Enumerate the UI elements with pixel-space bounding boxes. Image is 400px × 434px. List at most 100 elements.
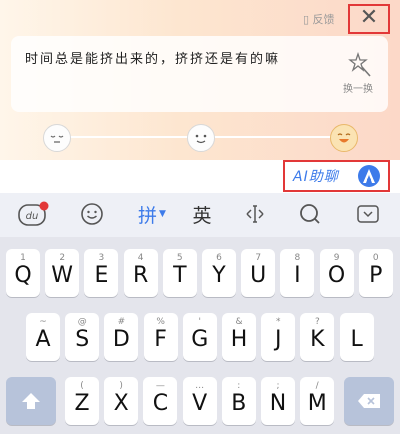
search-icon[interactable] <box>297 200 323 228</box>
key-a[interactable]: ~ A <box>26 313 60 361</box>
shift-arrow-icon <box>22 393 40 409</box>
key-c[interactable]: — C <box>143 377 178 425</box>
key-alt-label: / <box>315 381 319 391</box>
key-alt-label: ( <box>80 381 84 391</box>
emoji-icon[interactable] <box>78 200 106 228</box>
key-l[interactable]: L <box>339 313 374 361</box>
key-alt-label: 9 <box>333 253 340 263</box>
key-alt-label: 4 <box>137 253 144 263</box>
key-w[interactable]: 2W <box>45 249 80 297</box>
key-label: E <box>94 263 109 288</box>
key-n[interactable]: ; N <box>261 377 295 425</box>
key-label: Z <box>74 391 90 416</box>
key-q[interactable]: 1Q <box>6 249 40 297</box>
key-alt-label: : <box>237 381 241 391</box>
key-label: Y <box>212 263 226 288</box>
key-label: B <box>231 391 247 416</box>
key-alt-label: 6 <box>216 253 222 263</box>
key-alt-label: & <box>235 317 243 327</box>
key-alt-label: 7 <box>255 253 262 263</box>
du-logo-button[interactable]: du <box>17 200 51 228</box>
swap-button-label[interactable]: 换一换 <box>343 80 373 95</box>
close-icon[interactable]: ✕ <box>352 5 386 31</box>
magic-wand-icon[interactable] <box>346 52 372 78</box>
key-m[interactable]: / M <box>300 377 335 425</box>
suggestion-text[interactable]: 时间总是能挤出来的，挤挤还是有的嘛 <box>25 47 315 72</box>
key-y[interactable]: 6Y <box>202 249 236 297</box>
key-alt-label: 2 <box>59 253 66 263</box>
key-z[interactable]: (Z <box>65 377 99 425</box>
key-label: V <box>192 391 208 416</box>
key-x[interactable]: ) X <box>104 377 139 425</box>
key-k[interactable]: ? K <box>300 313 335 361</box>
key-d[interactable]: # D <box>104 313 139 361</box>
shift-key[interactable] <box>6 377 56 425</box>
pinyin-mode-button[interactable]: 拼 ▼ <box>134 200 170 228</box>
key-p[interactable]: 0P <box>358 249 393 297</box>
key-alt-label: @ <box>77 317 87 327</box>
key-alt-label: 3 <box>98 253 105 263</box>
key-alt-label: ) <box>119 381 123 391</box>
key-alt-label: — <box>155 381 165 391</box>
key-j[interactable]: * J <box>261 313 296 361</box>
key-alt-label: … <box>195 381 205 391</box>
key-label: K <box>310 327 325 352</box>
cursor-move-icon[interactable] <box>242 200 268 228</box>
pinyin-label: 拼 <box>138 204 158 227</box>
key-label: I <box>294 263 301 288</box>
key-alt-label: ; <box>276 381 280 391</box>
key-label: X <box>113 391 129 416</box>
key-g[interactable]: ' G <box>182 313 217 361</box>
feedback-button[interactable]: ▯ 反馈 <box>303 11 335 27</box>
key-label: Q <box>14 263 32 288</box>
key-alt-label: 8 <box>294 253 301 263</box>
backspace-key[interactable] <box>344 377 394 425</box>
key-label: L <box>350 327 363 352</box>
key-label: G <box>191 327 209 352</box>
key-alt-label: 5 <box>176 253 183 263</box>
key-e[interactable]: 3E <box>84 249 119 297</box>
key-alt-label: ? <box>315 317 320 327</box>
key-label: A <box>35 327 51 352</box>
key-alt-label: 1 <box>20 253 26 263</box>
key-alt-label: ~ <box>39 317 47 327</box>
key-label: M <box>307 391 327 416</box>
key-f[interactable]: % F <box>143 313 178 361</box>
key-label: D <box>112 327 130 352</box>
du-label: du <box>26 211 39 222</box>
key-i[interactable]: 8I <box>280 249 315 297</box>
key-label: C <box>152 391 169 416</box>
key-label: J <box>274 327 282 352</box>
key-label: T <box>173 263 187 288</box>
key-s[interactable]: @ S <box>65 313 100 361</box>
english-mode-button[interactable]: 英 <box>189 200 215 228</box>
key-label: R <box>132 263 149 288</box>
key-label: N <box>269 391 287 416</box>
key-alt-label: % <box>156 317 165 327</box>
key-u[interactable]: 7U <box>241 249 276 297</box>
key-label: W <box>51 263 74 288</box>
key-h[interactable]: & H <box>222 313 256 361</box>
ai-assistant-icon[interactable] <box>358 165 380 187</box>
key-alt-label: ' <box>198 317 202 327</box>
key-alt-label: * <box>275 317 281 327</box>
key-label: O <box>327 263 346 288</box>
chevron-down-icon: ▼ <box>159 209 166 219</box>
key-alt-label: # <box>117 317 126 327</box>
smile-face-icon[interactable] <box>187 124 215 152</box>
key-v[interactable]: … V <box>182 377 217 425</box>
key-o[interactable]: 9O <box>319 249 354 297</box>
sleepy-face-icon[interactable] <box>43 124 71 152</box>
key-label: S <box>75 327 90 352</box>
key-t[interactable]: 5T <box>162 249 197 297</box>
key-alt-label: 0 <box>372 253 379 263</box>
key-b[interactable]: :B <box>221 377 256 425</box>
key-label: F <box>154 327 167 352</box>
hide-keyboard-icon[interactable] <box>356 200 380 228</box>
key-label: H <box>230 327 248 352</box>
key-label: U <box>250 263 267 288</box>
key-label: P <box>369 263 383 288</box>
key-r[interactable]: 4R <box>123 249 158 297</box>
ai-chat-button[interactable]: AI助聊 <box>293 166 339 186</box>
laughing-face-icon[interactable] <box>330 124 358 152</box>
